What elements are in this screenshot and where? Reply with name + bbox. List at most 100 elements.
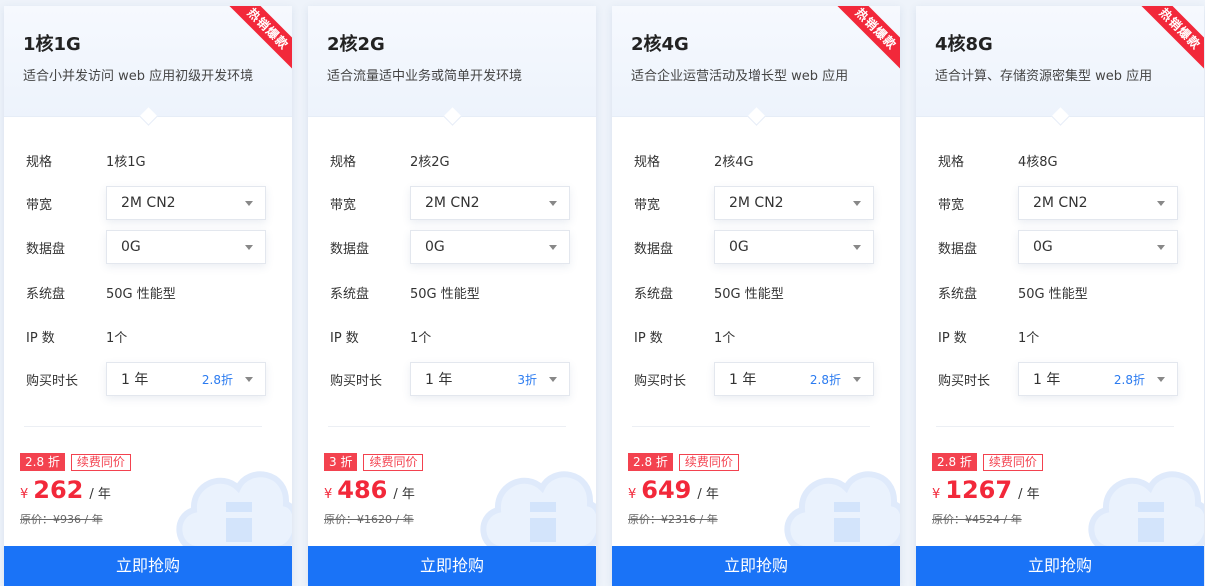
duration-discount: 2.8折 xyxy=(1113,372,1145,387)
duration-selected-value: 1 年 xyxy=(121,372,149,388)
duration-select[interactable]: 1 年 2.8折 xyxy=(106,362,266,396)
card-header: 4核8G 适合计算、存储资源密集型 web 应用 热销爆款 xyxy=(916,6,1204,126)
duration-row: 购买时长 1 年 2.8折 xyxy=(938,361,1178,397)
cloud-icon xyxy=(1088,471,1204,552)
spec-label: 规格 xyxy=(634,154,661,170)
bandwidth-row: 带宽 2M CN2 xyxy=(634,185,874,221)
buy-now-button[interactable]: 立即抢购 xyxy=(612,546,900,586)
discount-badge: 2.8 折 xyxy=(628,453,673,471)
system-disk-value: 50G 性能型 xyxy=(410,286,480,302)
chevron-down-icon xyxy=(853,377,861,382)
header-pointer xyxy=(1051,107,1070,126)
ip-count-label: IP 数 xyxy=(634,330,663,346)
spec-value: 4核8G xyxy=(1018,154,1058,170)
bandwidth-select[interactable]: 2M CN2 xyxy=(714,186,874,220)
cloud-icon xyxy=(480,471,596,552)
buy-now-button[interactable]: 立即抢购 xyxy=(916,546,1204,586)
duration-discount: 2.8折 xyxy=(201,372,233,387)
data-disk-select[interactable]: 0G xyxy=(1018,230,1178,264)
bandwidth-label: 带宽 xyxy=(330,197,357,213)
duration-select[interactable]: 1 年 2.8折 xyxy=(1018,362,1178,396)
data-disk-selected-value: 0G xyxy=(1033,239,1053,255)
chevron-down-icon xyxy=(549,377,557,382)
data-disk-row: 数据盘 0G xyxy=(26,229,266,265)
system-disk-value: 50G 性能型 xyxy=(1018,286,1088,302)
bandwidth-select[interactable]: 2M CN2 xyxy=(410,186,570,220)
ip-count-value: 1个 xyxy=(106,330,128,346)
ip-count-row: IP 数 1个 xyxy=(634,318,735,354)
spec-label: 规格 xyxy=(26,154,53,170)
card-title: 2核4G xyxy=(631,34,689,55)
system-disk-row: 系统盘 50G 性能型 xyxy=(26,274,176,310)
duration-selected-value: 1 年 xyxy=(1033,372,1061,388)
pricing-card-2c2g: 2核2G 适合流量适中业务或简单开发环境 规格 2核2G 带宽 2M CN2 数… xyxy=(308,6,596,586)
spec-row: 规格 2核2G xyxy=(330,142,450,178)
duration-label: 购买时长 xyxy=(330,373,383,389)
card-title: 1核1G xyxy=(23,34,81,55)
bandwidth-selected-value: 2M CN2 xyxy=(425,195,480,211)
bandwidth-select[interactable]: 2M CN2 xyxy=(106,186,266,220)
system-disk-row: 系统盘 50G 性能型 xyxy=(330,274,480,310)
original-price: 原价：¥1620 / 年 xyxy=(324,513,414,526)
card-header: 1核1G 适合小并发访问 web 应用初级开发环境 热销爆款 xyxy=(4,6,292,126)
system-disk-value: 50G 性能型 xyxy=(106,286,176,302)
system-disk-label: 系统盘 xyxy=(634,286,674,302)
discount-badge: 2.8 折 xyxy=(932,453,977,471)
price-unit: / 年 xyxy=(393,487,415,502)
ip-count-row: IP 数 1个 xyxy=(938,318,1039,354)
price: ¥ 649 / 年 xyxy=(628,476,719,504)
card-description: 适合企业运营活动及增长型 web 应用 xyxy=(631,69,849,84)
data-disk-select[interactable]: 0G xyxy=(410,230,570,264)
system-disk-label: 系统盘 xyxy=(938,286,978,302)
renew-same-price-badge: 续费同价 xyxy=(678,453,739,471)
card-title: 2核2G xyxy=(327,34,385,55)
discount-badge: 2.8 折 xyxy=(20,453,65,471)
ip-count-row: IP 数 1个 xyxy=(330,318,431,354)
buy-now-button[interactable]: 立即抢购 xyxy=(308,546,596,586)
bandwidth-selected-value: 2M CN2 xyxy=(729,195,784,211)
data-disk-label: 数据盘 xyxy=(634,241,674,257)
badges: 2.8 折 续费同价 xyxy=(20,453,131,471)
data-disk-select[interactable]: 0G xyxy=(714,230,874,264)
divider xyxy=(936,426,1174,427)
pricing-card-2c4g: 2核4G 适合企业运营活动及增长型 web 应用 热销爆款 规格 2核4G 带宽… xyxy=(612,6,900,586)
duration-selected-value: 1 年 xyxy=(425,372,453,388)
chevron-down-icon xyxy=(245,245,253,250)
badges: 2.8 折 续费同价 xyxy=(932,453,1043,471)
ip-count-label: IP 数 xyxy=(330,330,359,346)
ip-count-label: IP 数 xyxy=(938,330,967,346)
header-pointer xyxy=(443,107,462,126)
pricing-card-4c8g: 4核8G 适合计算、存储资源密集型 web 应用 热销爆款 规格 4核8G 带宽… xyxy=(916,6,1204,586)
card-description: 适合小并发访问 web 应用初级开发环境 xyxy=(23,69,254,84)
price: ¥ 1267 / 年 xyxy=(932,476,1040,504)
bandwidth-selected-value: 2M CN2 xyxy=(121,195,176,211)
cloud-icon xyxy=(176,471,292,552)
original-price: 原价：¥4524 / 年 xyxy=(932,513,1022,526)
bandwidth-label: 带宽 xyxy=(634,197,661,213)
spec-row: 规格 2核4G xyxy=(634,142,754,178)
system-disk-label: 系统盘 xyxy=(330,286,370,302)
duration-row: 购买时长 1 年 3折 xyxy=(330,361,570,397)
divider xyxy=(632,426,870,427)
ip-count-label: IP 数 xyxy=(26,330,55,346)
hot-sale-ribbon: 热销爆款 xyxy=(1139,6,1204,70)
duration-discount: 2.8折 xyxy=(809,372,841,387)
bandwidth-select[interactable]: 2M CN2 xyxy=(1018,186,1178,220)
system-disk-value: 50G 性能型 xyxy=(714,286,784,302)
original-price: 原价：¥2316 / 年 xyxy=(628,513,718,526)
card-header: 2核2G 适合流量适中业务或简单开发环境 xyxy=(308,6,596,126)
chevron-down-icon xyxy=(549,245,557,250)
system-disk-row: 系统盘 50G 性能型 xyxy=(938,274,1088,310)
hot-sale-ribbon: 热销爆款 xyxy=(227,6,292,70)
currency-symbol: ¥ xyxy=(324,487,333,502)
duration-selected-value: 1 年 xyxy=(729,372,757,388)
data-disk-select[interactable]: 0G xyxy=(106,230,266,264)
card-header: 2核4G 适合企业运营活动及增长型 web 应用 热销爆款 xyxy=(612,6,900,126)
duration-select[interactable]: 1 年 2.8折 xyxy=(714,362,874,396)
header-pointer xyxy=(747,107,766,126)
bandwidth-row: 带宽 2M CN2 xyxy=(26,185,266,221)
chevron-down-icon xyxy=(853,201,861,206)
duration-select[interactable]: 1 年 3折 xyxy=(410,362,570,396)
bandwidth-row: 带宽 2M CN2 xyxy=(330,185,570,221)
buy-now-button[interactable]: 立即抢购 xyxy=(4,546,292,586)
